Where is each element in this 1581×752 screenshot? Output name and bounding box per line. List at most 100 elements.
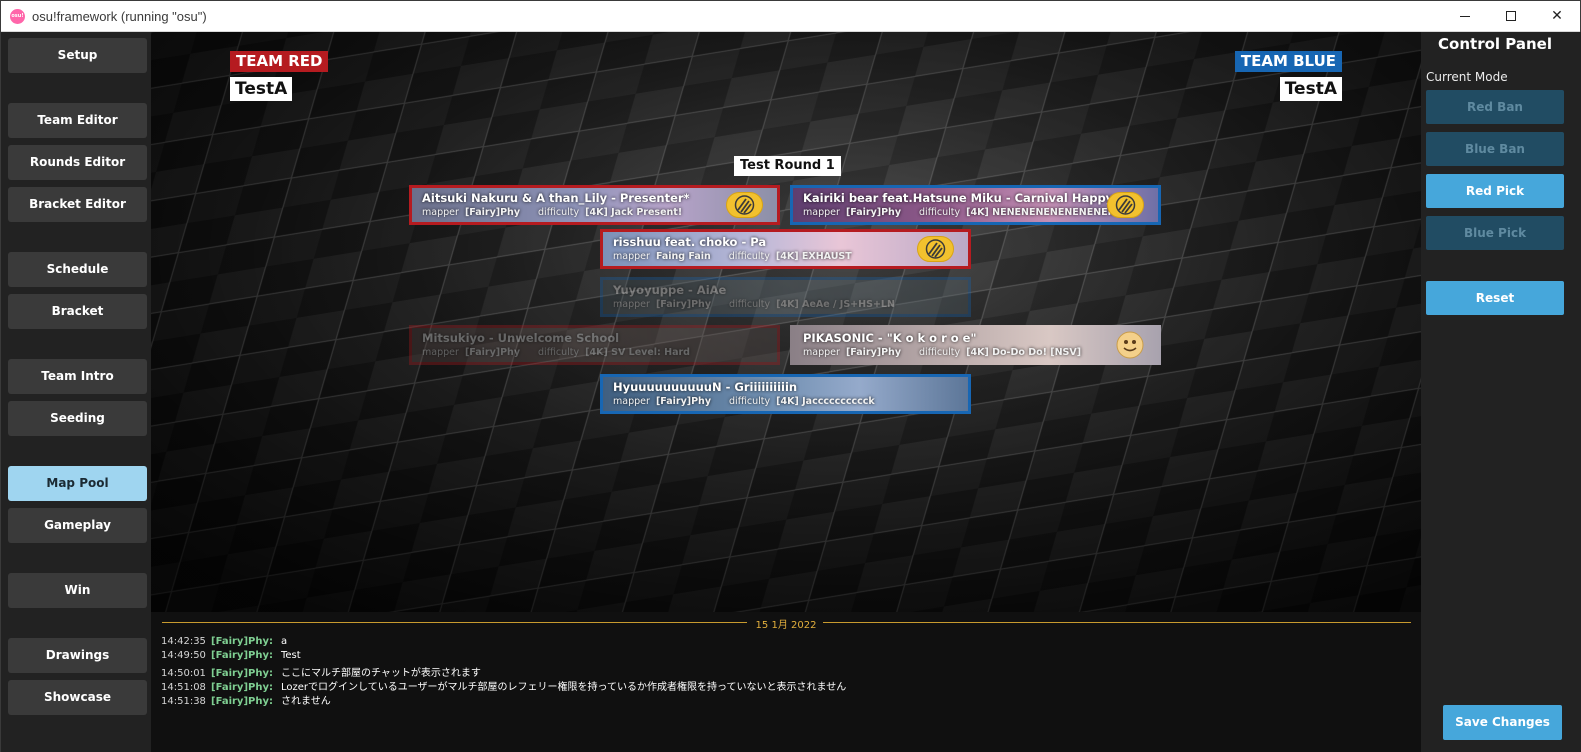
map-title: Mitsukiyo - Unwelcome School — [422, 331, 620, 345]
mapper-value: Faing Fain — [655, 251, 711, 262]
chat-divider-left — [162, 622, 747, 623]
mapper-label: mapper — [613, 299, 650, 310]
nav-seeding[interactable]: Seeding — [8, 401, 147, 436]
map-title: risshuu feat. choko - Pa — [613, 235, 767, 249]
nav-bracket[interactable]: Bracket — [8, 294, 147, 329]
map-title: PIKASONIC - "K o k o r o e" — [803, 331, 977, 345]
minimize-icon — [1460, 15, 1470, 17]
maximize-button[interactable] — [1488, 1, 1534, 32]
map-card[interactable]: HyuuuuuuuuuuN - Griiiiiiiiiin mapper [Fai… — [600, 374, 971, 414]
difficulty-label: difficulty — [538, 207, 580, 218]
nav-showcase[interactable]: Showcase — [8, 680, 147, 715]
nav-rounds-editor[interactable]: Rounds Editor — [8, 145, 147, 180]
blue-ban-button[interactable]: Blue Ban — [1426, 132, 1564, 166]
map-title: Yuyoyuppe - AiAe — [613, 283, 727, 297]
chat-message: 14:51:38 [Fairy]Phy: されません — [161, 692, 331, 707]
difficulty-value: [4K] Jack Present! — [585, 207, 683, 218]
nav-schedule[interactable]: Schedule — [8, 252, 147, 287]
mapper-label: mapper — [613, 251, 650, 262]
chat-time: 14:42:35 — [161, 636, 206, 647]
map-meta: mapper [Fairy]Phy difficulty [4K] Jaccccc… — [613, 396, 875, 407]
reset-button[interactable]: Reset — [1426, 281, 1564, 315]
map-meta: mapper [Fairy]Phy difficulty [4K] NENENEN… — [803, 207, 1137, 218]
difficulty-label: difficulty — [919, 207, 961, 218]
chat-user: [Fairy]Phy: — [211, 696, 273, 707]
mapper-label: mapper — [803, 347, 840, 358]
mapper-value: [Fairy]Phy — [655, 396, 712, 407]
mapper-value: [Fairy]Phy — [845, 207, 902, 218]
chat-message: 14:42:35 [Fairy]Phy: a — [161, 636, 287, 650]
map-card[interactable]: PIKASONIC - "K o k o r o e" mapper [Fairy… — [790, 325, 1161, 365]
difficulty-label: difficulty — [919, 347, 961, 358]
difficulty-label: difficulty — [729, 396, 771, 407]
control-panel-title: Control Panel — [1438, 35, 1552, 53]
difficulty-label: difficulty — [538, 347, 580, 358]
nav-map-pool[interactable]: Map Pool — [8, 466, 147, 501]
chat-divider-right — [823, 622, 1411, 623]
nav-gameplay[interactable]: Gameplay — [8, 508, 147, 543]
osu-app-icon: osu! — [10, 9, 25, 24]
chat-user: [Fairy]Phy: — [211, 650, 273, 661]
nav-team-intro[interactable]: Team Intro — [8, 359, 147, 394]
map-meta: mapper [Fairy]Phy difficulty [4K] AeAe / … — [613, 299, 895, 310]
team-blue-label: TEAM BLUE — [1234, 51, 1342, 72]
team-red-label: TEAM RED — [230, 51, 329, 72]
map-card[interactable]: Aitsuki Nakuru & A than_Lily - Presenter… — [409, 185, 780, 225]
map-meta: mapper Faing Fain difficulty [4K] EXHAUST — [613, 251, 852, 262]
close-icon: ✕ — [1551, 8, 1563, 24]
pick-icon — [917, 236, 954, 262]
app-window: osu! osu!framework (running "osu") ✕ Set… — [0, 0, 1581, 752]
close-button[interactable]: ✕ — [1534, 1, 1580, 32]
chat-panel: 15 1月 2022 14:42:35 [Fairy]Phy: a 14:49:50… — [151, 612, 1421, 752]
map-meta: mapper [Fairy]Phy difficulty [4K] Do-Do D… — [803, 347, 1081, 358]
control-panel: Control Panel Current Mode Red Ban Blue … — [1421, 32, 1581, 752]
chat-text: されません — [281, 696, 331, 707]
mapper-value: [Fairy]Phy — [464, 207, 521, 218]
nav-bracket-editor[interactable]: Bracket Editor — [8, 187, 147, 222]
map-card[interactable]: Kairiki bear feat.Hatsune Miku - Carniva… — [790, 185, 1161, 225]
red-ban-button[interactable]: Red Ban — [1426, 90, 1564, 124]
difficulty-label: difficulty — [729, 299, 771, 310]
red-pick-button[interactable]: Red Pick — [1426, 174, 1564, 208]
chat-user: [Fairy]Phy: — [211, 636, 273, 647]
difficulty-value: [4K] Jacccccccccck — [776, 396, 875, 407]
map-card[interactable]: Yuyoyuppe - AiAe mapper [Fairy]Phy difficu… — [600, 277, 971, 317]
map-card[interactable]: Mitsukiyo - Unwelcome School mapper [Fair… — [409, 325, 780, 365]
map-title: HyuuuuuuuuuuN - Griiiiiiiiiin — [613, 380, 798, 394]
nav-team-editor[interactable]: Team Editor — [8, 103, 147, 138]
nav-setup[interactable]: Setup — [8, 38, 147, 73]
chat-text: Lozerでログインしているユーザーがマルチ部屋のレフェリー権限を持っているか作… — [281, 682, 847, 693]
mapper-label: mapper — [422, 347, 459, 358]
mapper-label: mapper — [422, 207, 459, 218]
blue-pick-button[interactable]: Blue Pick — [1426, 216, 1564, 250]
difficulty-value: [4K] EXHAUST — [775, 251, 852, 262]
mapper-label: mapper — [803, 207, 840, 218]
nav-drawings[interactable]: Drawings — [8, 638, 147, 673]
mapper-value: [Fairy]Phy — [464, 347, 521, 358]
map-meta: mapper [Fairy]Phy difficulty [4K] Jack Pr… — [422, 207, 682, 218]
difficulty-value: [4K] AeAe / JS+HS+LN — [776, 299, 895, 310]
chat-message: 14:51:08 [Fairy]Phy: Lozerでログインしているユーザーがマル… — [161, 678, 847, 693]
difficulty-value: [4K] SV Level: Hard — [585, 347, 690, 358]
map-card[interactable]: risshuu feat. choko - Pa mapper Faing Fai… — [600, 229, 971, 269]
chat-text: a — [281, 636, 288, 647]
nav-win[interactable]: Win — [8, 573, 147, 608]
mapper-label: mapper — [613, 396, 650, 407]
window-title: osu!framework (running "osu") — [32, 9, 207, 24]
minimize-button[interactable] — [1442, 1, 1488, 32]
screen-nav-sidebar: Setup Team Editor Rounds Editor Bracket … — [1, 32, 151, 752]
save-changes-button[interactable]: Save Changes — [1443, 705, 1562, 740]
pick-icon — [726, 192, 763, 218]
round-name: Test Round 1 — [734, 156, 841, 176]
map-title: Kairiki bear feat.Hatsune Miku - Carniva… — [803, 191, 1114, 205]
smiley-icon — [1116, 331, 1144, 359]
mapper-value: [Fairy]Phy — [655, 299, 712, 310]
map-title: Aitsuki Nakuru & A than_Lily - Presenter… — [422, 191, 690, 205]
mapper-value: [Fairy]Phy — [845, 347, 902, 358]
chat-time: 14:51:38 — [161, 696, 206, 707]
team-red-name: TestA — [230, 77, 293, 101]
chat-message: 14:50:01 [Fairy]Phy: ここにマルチ部屋のチャットが表示されます — [161, 664, 481, 679]
pick-icon — [1107, 192, 1144, 218]
current-mode-label: Current Mode — [1426, 70, 1508, 84]
maximize-icon — [1506, 11, 1516, 21]
